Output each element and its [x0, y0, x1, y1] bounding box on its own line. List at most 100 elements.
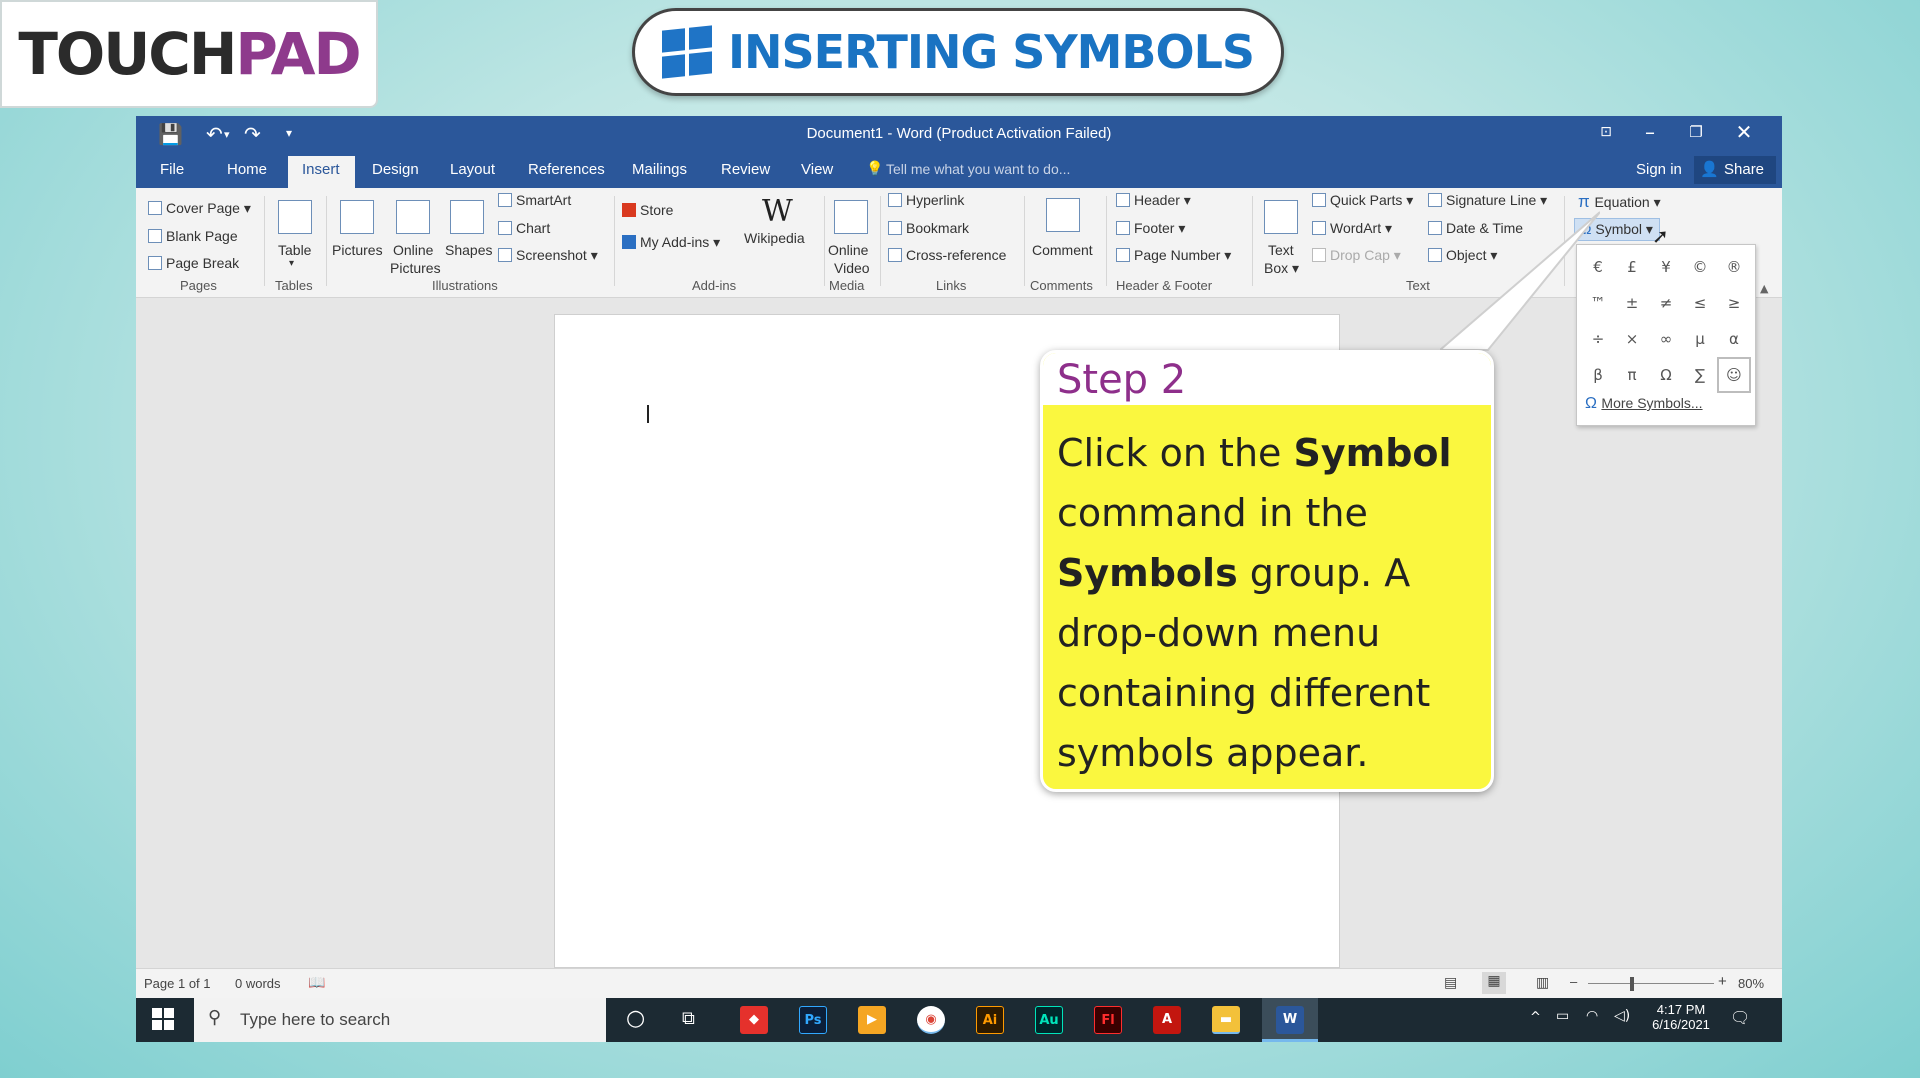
header-button[interactable]: Header ▾	[1116, 192, 1191, 209]
symbol-cell[interactable]: ±	[1615, 285, 1649, 321]
store-button[interactable]: Store	[622, 202, 673, 218]
page-number-button[interactable]: Page Number ▾	[1116, 247, 1231, 264]
blank-page-button[interactable]: Blank Page	[148, 228, 238, 244]
table-label[interactable]: Table	[278, 242, 311, 258]
zoom-level[interactable]: 80%	[1738, 976, 1764, 991]
symbol-cell[interactable]: Ω	[1649, 357, 1683, 393]
close-icon[interactable]: ✕	[1724, 120, 1764, 144]
comment-label[interactable]: Comment	[1032, 242, 1093, 258]
smartart-button[interactable]: SmartArt	[498, 192, 571, 208]
start-icon[interactable]	[152, 1008, 174, 1030]
text-box-icon[interactable]	[1264, 200, 1298, 234]
symbol-cell[interactable]: ©	[1683, 249, 1717, 285]
symbol-cell[interactable]: ∞	[1649, 321, 1683, 357]
restore-icon[interactable]: ❐	[1676, 123, 1716, 141]
footer-button[interactable]: Footer ▾	[1116, 220, 1185, 237]
page-break-button[interactable]: Page Break	[148, 255, 239, 271]
volume-icon[interactable]: ◁)	[1614, 1008, 1630, 1024]
online-pictures-icon[interactable]	[396, 200, 430, 234]
minimize-icon[interactable]: –	[1630, 120, 1670, 144]
acrobat-icon[interactable]: A	[1153, 1006, 1181, 1034]
collapse-ribbon-icon[interactable]: ▲	[1760, 282, 1768, 295]
cortana-icon[interactable]: ○	[626, 1006, 645, 1031]
shapes-icon[interactable]	[450, 200, 484, 234]
task-view-icon[interactable]: ⧉	[682, 1008, 695, 1029]
symbol-cell[interactable]: µ	[1683, 321, 1717, 357]
tab-design[interactable]: Design	[372, 161, 419, 178]
quick-parts-button[interactable]: Quick Parts ▾	[1312, 192, 1413, 209]
ribbon-display-options-icon[interactable]: ⊡	[1586, 124, 1626, 140]
my-addins-button[interactable]: My Add-ins ▾	[622, 234, 720, 251]
anydesk-icon[interactable]: ◆	[740, 1006, 768, 1034]
tab-mailings[interactable]: Mailings	[632, 161, 687, 178]
word-count[interactable]: 0 words	[235, 976, 281, 991]
notifications-icon[interactable]: 🗨	[1730, 1008, 1750, 1027]
symbol-cell[interactable]: ¥	[1649, 249, 1683, 285]
symbol-cell[interactable]: ≠	[1649, 285, 1683, 321]
tab-layout[interactable]: Layout	[450, 161, 495, 178]
screenshot-button[interactable]: Screenshot ▾	[498, 247, 598, 264]
zoom-in-icon[interactable]: +	[1718, 973, 1727, 990]
table-dropdown-icon[interactable]: ▾	[289, 258, 294, 269]
flash-icon[interactable]: Fl	[1094, 1006, 1122, 1034]
chart-button[interactable]: Chart	[498, 220, 550, 236]
taskbar-search-box[interactable]: ⚲ Type here to search	[194, 998, 606, 1042]
hyperlink-button[interactable]: Hyperlink	[888, 192, 964, 208]
media-player-icon[interactable]: ▶	[858, 1006, 886, 1034]
clock[interactable]: 4:17 PM 6/16/2021	[1646, 1002, 1716, 1032]
tab-insert[interactable]: Insert	[302, 161, 340, 178]
pictures-label[interactable]: Pictures	[332, 242, 383, 258]
text-box-label-2[interactable]: Box ▾	[1264, 260, 1299, 277]
read-mode-icon[interactable]: ▤	[1444, 974, 1457, 991]
pictures-icon[interactable]	[340, 200, 374, 234]
battery-icon[interactable]: ▭	[1556, 1008, 1569, 1024]
photoshop-icon[interactable]: Ps	[799, 1006, 827, 1034]
tell-me-search[interactable]: Tell me what you want to do...	[886, 161, 1070, 177]
sign-in-link[interactable]: Sign in	[1636, 161, 1682, 178]
cover-page-button[interactable]: Cover Page ▾	[148, 200, 251, 217]
more-symbols-button[interactable]: Ω More Symbols...	[1585, 395, 1703, 413]
tab-references[interactable]: References	[528, 161, 605, 178]
zoom-slider-thumb[interactable]	[1630, 977, 1634, 991]
audition-icon[interactable]: Au	[1035, 1006, 1063, 1034]
illustrator-icon[interactable]: Ai	[976, 1006, 1004, 1034]
symbol-cell[interactable]: ∑	[1683, 357, 1717, 393]
page-count[interactable]: Page 1 of 1	[144, 976, 211, 991]
cross-reference-button[interactable]: Cross-reference	[888, 247, 1006, 263]
wordart-button[interactable]: WordArt ▾	[1312, 220, 1392, 237]
web-layout-icon[interactable]: ▥	[1536, 974, 1549, 991]
bookmark-button[interactable]: Bookmark	[888, 220, 969, 236]
symbol-cell[interactable]: ®	[1717, 249, 1751, 285]
wifi-icon[interactable]: ◠	[1586, 1008, 1598, 1024]
online-video-label-1[interactable]: Online	[828, 242, 868, 258]
symbol-cell[interactable]: £	[1615, 249, 1649, 285]
table-icon[interactable]	[278, 200, 312, 234]
shapes-label[interactable]: Shapes	[445, 242, 492, 258]
tab-review[interactable]: Review	[721, 161, 770, 178]
tab-home[interactable]: Home	[227, 161, 267, 178]
symbol-cell[interactable]: α	[1717, 321, 1751, 357]
share-button[interactable]: 👤 Share	[1694, 156, 1776, 184]
symbol-cell[interactable]: π	[1615, 357, 1649, 393]
word-taskbar-button[interactable]: W	[1262, 998, 1318, 1042]
symbol-cell[interactable]: ×	[1615, 321, 1649, 357]
online-pictures-label-1[interactable]: Online	[393, 242, 433, 258]
symbol-cell[interactable]: ≥	[1717, 285, 1751, 321]
print-layout-icon[interactable]: ▦	[1482, 972, 1506, 994]
text-box-label-1[interactable]: Text	[1268, 242, 1294, 258]
file-explorer-icon[interactable]: ▬	[1212, 1006, 1240, 1034]
drop-cap-button[interactable]: Drop Cap ▾	[1312, 247, 1401, 264]
tab-file[interactable]: File	[160, 161, 184, 178]
symbol-cell[interactable]: ≤	[1683, 285, 1717, 321]
show-hidden-icons-icon[interactable]: ^	[1530, 1010, 1541, 1025]
symbol-cell[interactable]: ☺	[1717, 357, 1751, 393]
tab-view[interactable]: View	[801, 161, 833, 178]
zoom-slider[interactable]	[1588, 983, 1714, 984]
wikipedia-label[interactable]: Wikipedia	[744, 230, 805, 246]
online-video-icon[interactable]	[834, 200, 868, 234]
online-video-label-2[interactable]: Video	[834, 260, 870, 276]
proofing-icon[interactable]: 📖	[308, 974, 325, 991]
wikipedia-icon[interactable]: W	[762, 194, 793, 229]
chrome-icon[interactable]: ◉	[917, 1006, 945, 1034]
comment-icon[interactable]	[1046, 198, 1080, 232]
